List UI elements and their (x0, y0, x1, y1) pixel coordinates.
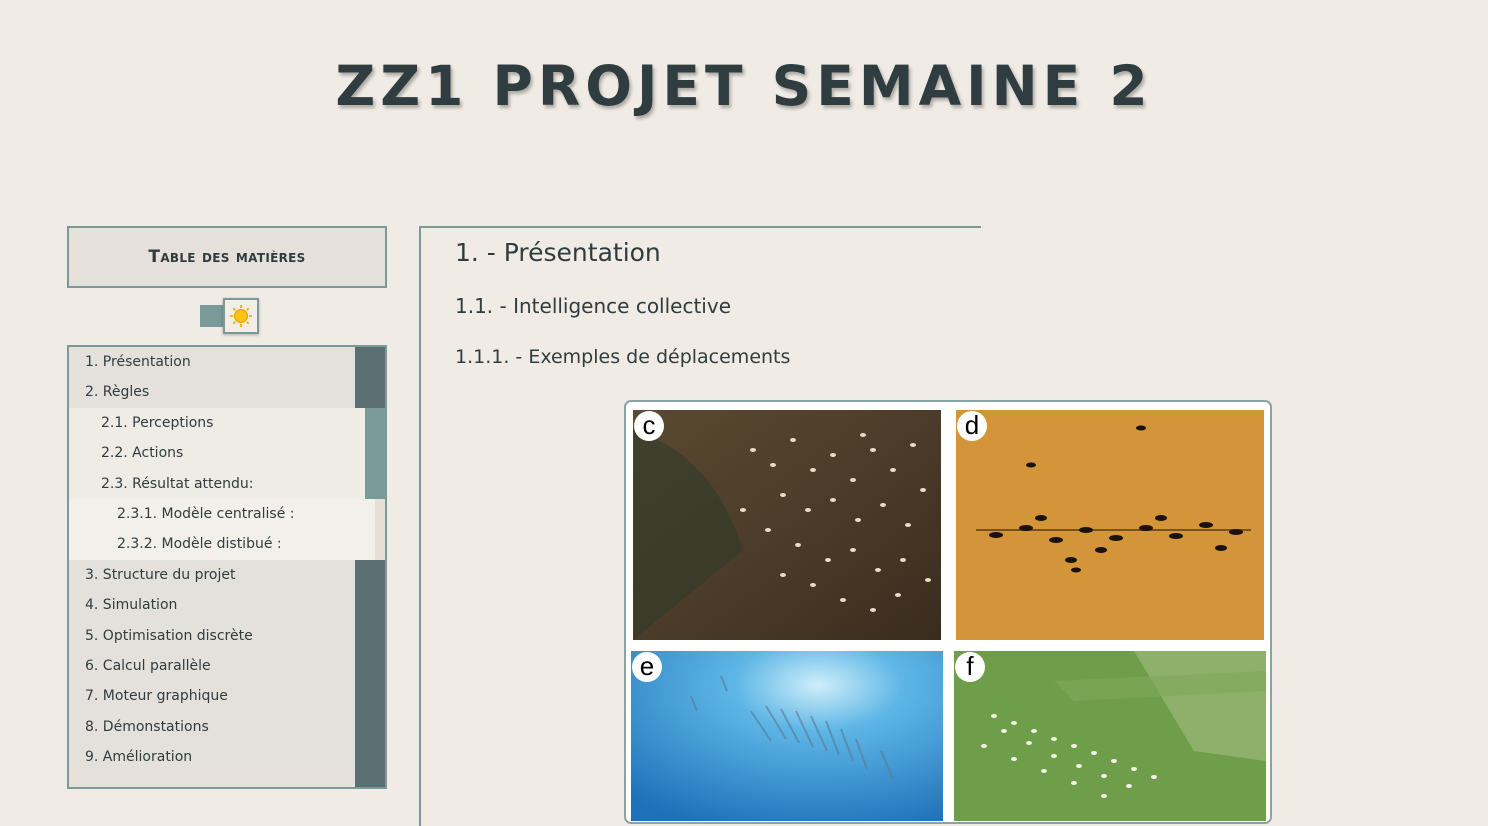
toc-item-simulation[interactable]: 4. Simulation (69, 590, 355, 621)
toc-item-structure-du-projet[interactable]: 3. Structure du projet (69, 559, 355, 591)
toc-marker-bar (355, 560, 385, 787)
toc-item-optimisation-discrete[interactable]: 5. Optimisation discrète (69, 620, 355, 651)
ant-column-photo: d (956, 410, 1264, 640)
panel-label: c (634, 411, 664, 441)
site-title: ZZ1 PROJET SEMAINE 2 (335, 54, 1153, 118)
subsection-heading: 1.1. - Intelligence collective (455, 294, 732, 318)
panel-label: f (955, 652, 985, 682)
toc-item-calcul-parallele[interactable]: 6. Calcul parallèle (69, 650, 355, 682)
toc-item-demonstations[interactable]: 8. Démonstations (69, 711, 355, 743)
toc-nav: 1. Présentation 2. Règles 2.1. Perceptio… (67, 345, 387, 789)
toc-title: Table des matières (67, 226, 387, 288)
toc-item-regles[interactable]: 2. Règles (69, 377, 355, 408)
herd-of-animals-photo: c (633, 410, 941, 640)
toc-item-perceptions[interactable]: 2.1. Perceptions (69, 407, 365, 439)
toc-item-presentation[interactable]: 1. Présentation (69, 347, 355, 378)
panel-label: d (957, 411, 987, 441)
toggle-knob[interactable] (223, 298, 259, 334)
toc-item-modele-centralise[interactable]: 2.3.1. Modèle centralisé : (69, 498, 375, 530)
content-top-border (421, 226, 981, 228)
toc-item-amelioration[interactable]: 9. Amélioration (69, 742, 355, 773)
toc-item-moteur-graphique[interactable]: 7. Moteur graphique (69, 681, 355, 712)
fish-school-photo: e (631, 651, 943, 821)
toc-item-resultat-attendu[interactable]: 2.3. Résultat attendu: (69, 468, 365, 499)
subsubsection-heading: 1.1.1. - Exemples de déplacements (455, 346, 791, 368)
toc-marker-bar (365, 408, 385, 499)
sun-icon (230, 305, 252, 327)
toc-item-modele-distribue[interactable]: 2.3.2. Modèle distibué : (69, 529, 375, 560)
panel-label: e (632, 652, 662, 682)
section-heading: 1. - Présentation (455, 238, 661, 267)
theme-toggle[interactable] (199, 298, 259, 334)
toc-marker-bar (375, 499, 385, 560)
sheep-flock-photo: f (954, 651, 1266, 821)
toc-marker-bar (355, 347, 385, 408)
toc-item-actions[interactable]: 2.2. Actions (69, 438, 365, 469)
collective-movement-figure: c d e f (624, 400, 1272, 824)
